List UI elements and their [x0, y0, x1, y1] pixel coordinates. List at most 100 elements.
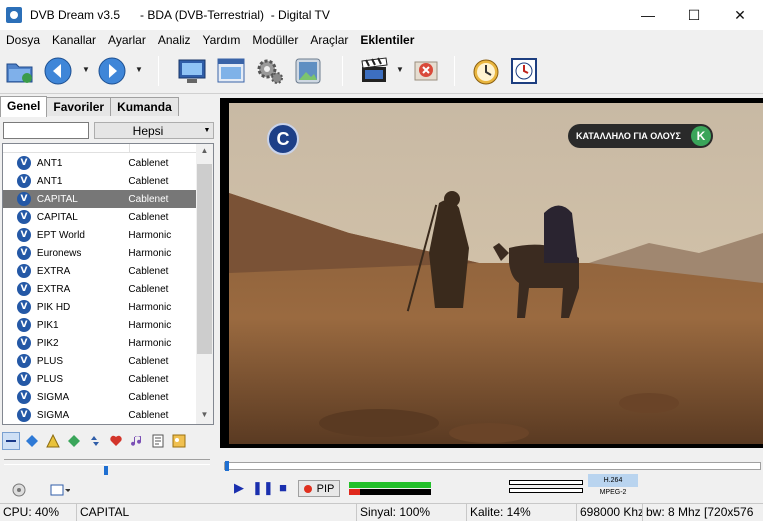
rating-banner-text: ΚΑΤΑΛΛΗΛΟ ΓΙΑ ΟΛΟΥΣ	[576, 131, 681, 141]
aspect-ratio-icon[interactable]	[50, 483, 71, 500]
maximize-button[interactable]: ☐	[671, 0, 717, 30]
channel-name: SIGMA	[36, 391, 70, 403]
audio-codec-label: MPEG-2	[599, 489, 627, 496]
minus-icon[interactable]	[2, 432, 20, 450]
channel-row[interactable]: V Euronews Harmonic	[3, 244, 198, 262]
pip-button[interactable]: PIP	[298, 480, 340, 497]
forward-dropdown-icon[interactable]: ▼	[135, 65, 143, 75]
stop-record-icon[interactable]	[410, 55, 442, 87]
music-note-icon[interactable]	[128, 432, 146, 450]
menu-kanallar[interactable]: Kanallar	[46, 30, 102, 50]
audio-level-right	[509, 488, 583, 493]
scroll-up-icon[interactable]: ▲	[196, 146, 213, 158]
channel-row[interactable]: V PIK1 Harmonic	[3, 316, 198, 334]
stop-icon[interactable]: ■	[275, 481, 291, 495]
forward-icon[interactable]	[96, 55, 128, 87]
record-dropdown-icon[interactable]: ▼	[396, 65, 404, 75]
warning-icon[interactable]	[44, 432, 62, 450]
channel-name: Euronews	[36, 247, 82, 259]
gear-icon[interactable]	[254, 55, 286, 87]
tab-genel[interactable]: Genel	[0, 96, 48, 117]
channel-row[interactable]: V PLUS Cablenet	[3, 352, 198, 370]
channel-search-input[interactable]	[3, 122, 89, 139]
channel-provider: Harmonic	[128, 319, 172, 331]
channel-row[interactable]: V CAPITAL Cablenet	[3, 190, 198, 208]
screen-settings-icon[interactable]	[215, 55, 247, 87]
timeshift-bar[interactable]	[224, 462, 761, 470]
menu-ayarlar[interactable]: Ayarlar	[102, 30, 152, 50]
channel-row[interactable]: V SIGMA Cablenet	[3, 388, 198, 406]
quality-meter	[349, 489, 431, 495]
volume-icon[interactable]	[12, 483, 26, 500]
pause-icon[interactable]: ❚❚	[252, 481, 274, 495]
video-display[interactable]: C ΚΑΤΑΛΛΗΛΟ ΓΙΑ ΟΛΟΥΣ K	[229, 103, 763, 444]
menu-dosya[interactable]: Dosya	[0, 30, 46, 50]
back-icon[interactable]	[42, 55, 74, 87]
channel-name: ANT1	[36, 175, 63, 187]
channel-row[interactable]: V PIK2 Harmonic	[3, 334, 198, 352]
channel-row[interactable]: V ANT1 Cablenet	[3, 172, 198, 190]
photo-icon[interactable]	[292, 55, 324, 87]
channel-row[interactable]: V EPT World Harmonic	[3, 226, 198, 244]
column-name-header[interactable]	[3, 144, 130, 153]
scroll-down-icon[interactable]: ▼	[196, 410, 213, 422]
channel-provider: Harmonic	[128, 337, 172, 349]
minimize-button[interactable]: —	[625, 0, 671, 30]
open-folder-icon[interactable]	[4, 55, 36, 87]
tab-favoriler[interactable]: Favoriler	[46, 97, 112, 116]
window-title: DVB Dream v3.5 - BDA (DVB-Terrestrial) -…	[30, 8, 330, 22]
left-slider-thumb[interactable]	[104, 466, 108, 475]
record-clapper-icon[interactable]	[358, 55, 390, 87]
channel-row[interactable]: V PIK HD Harmonic	[3, 298, 198, 316]
channel-list[interactable]: V ANT1 Cablenet V ANT1 Cablenet V CAPITAL Cablen…	[2, 143, 214, 425]
status-bandwidth: bw: 8 Mhz [720x576	[642, 504, 763, 521]
audio-level-left	[509, 480, 583, 485]
sort-arrows-icon[interactable]	[86, 432, 104, 450]
channel-name: PLUS	[36, 355, 64, 367]
channel-row[interactable]: V EXTRA Cablenet	[3, 262, 198, 280]
chevron-down-icon: ▼	[203, 127, 211, 134]
channel-list-scrollbar[interactable]: ▲ ▼	[196, 144, 213, 424]
channel-name: PLUS	[36, 373, 64, 385]
scheduler-icon[interactable]	[508, 55, 540, 87]
channel-row[interactable]: V SIGMA Cablenet	[3, 406, 198, 424]
menu-eklentiler[interactable]: Eklentiler	[354, 30, 420, 50]
channel-row[interactable]: V EXTRA Cablenet	[3, 280, 198, 298]
channel-row[interactable]: V PLUS Cablenet	[3, 370, 198, 388]
channel-row[interactable]: V ANT1 Cablenet	[3, 154, 198, 172]
diamond-green-icon[interactable]	[65, 432, 83, 450]
back-dropdown-icon[interactable]: ▼	[82, 65, 90, 75]
menu-analiz[interactable]: Analiz	[152, 30, 197, 50]
channel-v-icon: V	[17, 264, 31, 278]
channel-row[interactable]: V CAPITAL Cablenet	[3, 208, 198, 226]
diamond-icon[interactable]	[23, 432, 41, 450]
edit-list-icon[interactable]	[149, 432, 167, 450]
timer-clock-icon[interactable]	[470, 55, 502, 87]
provider-filter-select[interactable]: Hepsi ▼	[94, 122, 214, 139]
column-provider-header[interactable]	[130, 144, 198, 153]
play-icon[interactable]: ▶	[231, 481, 247, 495]
monitor-icon[interactable]	[176, 55, 208, 87]
favorite-heart-icon[interactable]	[107, 432, 125, 450]
tab-kumanda[interactable]: Kumanda	[110, 97, 179, 116]
signal-meter-fill	[349, 482, 431, 488]
status-channel: CAPITAL	[76, 504, 356, 521]
scrollbar-thumb[interactable]	[197, 164, 212, 354]
channel-provider: Harmonic	[128, 301, 172, 313]
timeshift-thumb[interactable]	[225, 461, 229, 471]
pip-label: PIP	[316, 482, 335, 495]
channel-v-icon: V	[17, 210, 31, 224]
channel-provider: Cablenet	[128, 409, 169, 421]
left-slider-track[interactable]	[4, 459, 210, 465]
channel-logo: C	[267, 123, 299, 155]
menu-moduller[interactable]: Modüller	[246, 30, 304, 50]
status-bar: CPU: 40% CAPITAL Sinyal: 100% Kalite: 14…	[0, 503, 763, 521]
menu-araclar[interactable]: Araçlar	[304, 30, 354, 50]
video-codec-badge: H.264	[588, 474, 638, 487]
close-button[interactable]: ✕	[717, 0, 763, 30]
menu-yardim[interactable]: Yardım	[197, 30, 247, 50]
signal-meter	[349, 482, 431, 488]
rating-badge: K	[691, 126, 711, 146]
key-icon[interactable]	[170, 432, 188, 450]
list-tools	[2, 430, 216, 452]
